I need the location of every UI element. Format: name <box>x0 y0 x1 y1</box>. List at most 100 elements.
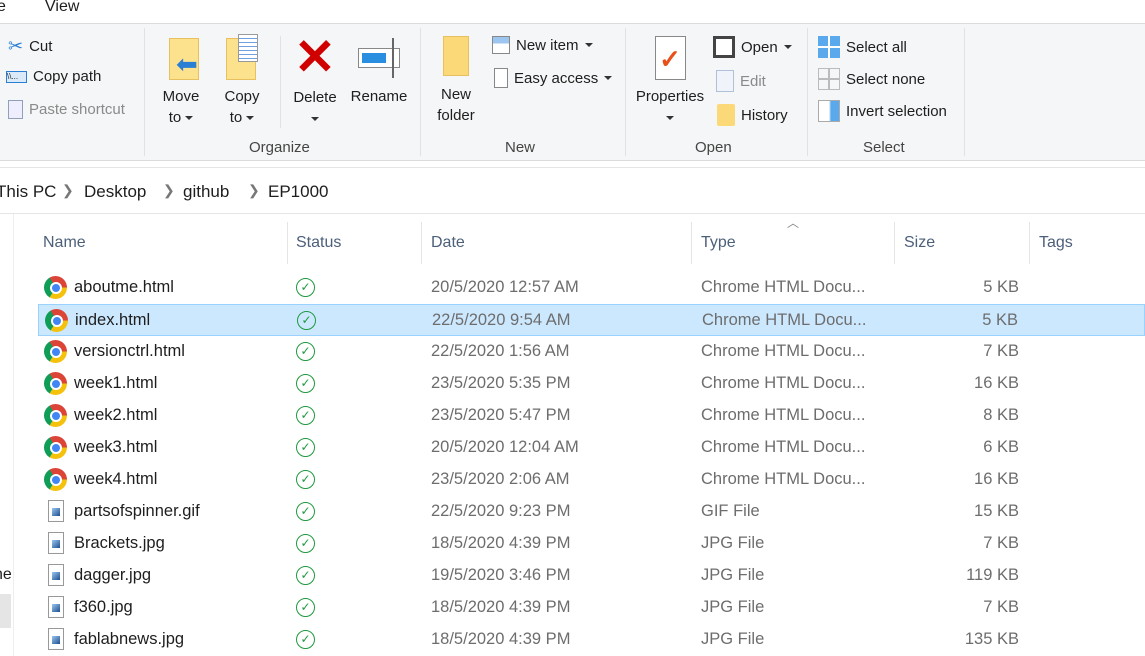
file-name: week3.html <box>74 438 158 456</box>
chrome-icon <box>44 340 67 363</box>
image-file-icon <box>48 532 64 554</box>
file-name: Brackets.jpg <box>74 534 165 552</box>
breadcrumb-github[interactable]: github <box>183 182 229 202</box>
file-size: 135 KB <box>964 630 1019 648</box>
select-none-label: Select none <box>846 70 926 88</box>
chrome-icon <box>44 436 67 459</box>
open-document-icon <box>713 36 735 58</box>
properties-checkmark-icon: ✓ <box>654 36 686 80</box>
easy-access-button[interactable]: Easy access <box>494 68 613 88</box>
cut-label: Cut <box>29 38 53 55</box>
copy-path-button[interactable]: \\... Copy path <box>6 68 101 85</box>
file-size: 7 KB <box>983 598 1019 616</box>
move-to-icon: ⬅ <box>162 36 200 80</box>
cut-button[interactable]: ✂ Cut <box>8 36 52 57</box>
paste-shortcut-button[interactable]: Paste shortcut <box>8 100 125 119</box>
paste-shortcut-label: Paste shortcut <box>29 101 125 118</box>
file-row[interactable]: aboutme.html ✓ 20/5/2020 12:57 AM Chrome HT… <box>38 272 1145 304</box>
file-name: index.html <box>75 311 151 329</box>
file-date: 22/5/2020 9:23 PM <box>431 502 571 520</box>
ribbon-tabs: e View <box>0 0 1145 24</box>
column-header-name[interactable]: Name <box>43 234 86 252</box>
file-size: 119 KB <box>966 566 1019 584</box>
properties-button[interactable]: ✓ Properties <box>632 36 708 128</box>
file-size: 15 KB <box>974 502 1019 520</box>
file-size: 6 KB <box>983 438 1019 456</box>
breadcrumb-ep1000[interactable]: EP1000 <box>268 182 329 202</box>
file-size: 7 KB <box>983 534 1019 552</box>
file-type: JPG File <box>701 630 765 648</box>
file-size: 16 KB <box>974 374 1019 392</box>
history-button[interactable]: History <box>717 104 788 126</box>
file-row[interactable]: week4.html ✓ 23/5/2020 2:06 AM Chrome HTML … <box>38 464 1145 496</box>
sync-status-ok-icon: ✓ <box>296 630 315 649</box>
file-size: 16 KB <box>974 470 1019 488</box>
file-type: Chrome HTML Docu... <box>702 311 867 329</box>
file-type: Chrome HTML Docu... <box>701 278 866 296</box>
delete-label: Delete <box>293 89 337 106</box>
rename-button[interactable]: Rename <box>348 36 410 107</box>
file-row[interactable]: versionctrl.html ✓ 22/5/2020 1:56 AM Chrome… <box>38 336 1145 368</box>
image-file-icon <box>48 628 64 650</box>
column-header-size[interactable]: Size <box>904 234 935 252</box>
sync-status-ok-icon: ✓ <box>296 566 315 585</box>
file-name: week4.html <box>74 470 158 488</box>
new-folder-button[interactable]: New folder <box>434 36 478 126</box>
file-row[interactable]: week2.html ✓ 23/5/2020 5:47 PM Chrome HTML … <box>38 400 1145 432</box>
file-date: 20/5/2020 12:04 AM <box>431 438 579 456</box>
file-row[interactable]: index.html ✓ 22/5/2020 9:54 AM Chrome HTML … <box>38 304 1145 336</box>
image-file-icon <box>48 500 64 522</box>
tab-view[interactable]: View <box>45 0 79 16</box>
file-type: Chrome HTML Docu... <box>701 374 866 392</box>
group-label-open: Open <box>695 139 732 156</box>
chevron-right-icon[interactable]: ❯ <box>248 182 260 199</box>
nav-item[interactable]: ne <box>0 566 12 584</box>
file-row[interactable]: week1.html ✓ 23/5/2020 5:35 PM Chrome HTML … <box>38 368 1145 400</box>
properties-label: Properties <box>635 88 705 105</box>
column-header-date[interactable]: Date <box>431 234 465 252</box>
file-row[interactable]: f360.jpg ✓ 18/5/2020 4:39 PM JPG File 7 KB <box>38 592 1145 624</box>
breadcrumb-this-pc[interactable]: This PC <box>0 182 56 202</box>
file-date: 18/5/2020 4:39 PM <box>431 630 571 648</box>
file-name: fablabnews.jpg <box>74 630 185 648</box>
select-none-icon <box>818 68 840 90</box>
move-to-button[interactable]: ⬅ Move to <box>158 36 204 128</box>
history-label: History <box>741 106 788 124</box>
tab-file[interactable]: e <box>0 0 6 16</box>
select-all-button[interactable]: Select all <box>818 36 907 58</box>
open-label: Open <box>741 38 778 56</box>
sync-status-ok-icon: ✓ <box>296 342 315 361</box>
column-header-status[interactable]: Status <box>296 234 341 252</box>
file-row[interactable]: dagger.jpg ✓ 19/5/2020 3:46 PM JPG File 119 … <box>38 560 1145 592</box>
group-label-organize: Organize <box>249 139 310 156</box>
new-item-icon <box>492 36 510 54</box>
breadcrumb-desktop[interactable]: Desktop <box>84 182 146 202</box>
file-row[interactable]: week3.html ✓ 20/5/2020 12:04 AM Chrome HTML… <box>38 432 1145 464</box>
file-row[interactable]: partsofspinner.gif ✓ 22/5/2020 9:23 PM GIF … <box>38 496 1145 528</box>
chevron-right-icon[interactable]: ❯ <box>62 182 74 199</box>
sync-status-ok-icon: ✓ <box>296 278 315 297</box>
address-bar[interactable]: This PC ❯ Desktop ❯ github ❯ EP1000 <box>0 167 1145 214</box>
column-header-type[interactable]: Type <box>701 234 736 252</box>
copy-to-button[interactable]: Copy to <box>220 34 264 128</box>
file-type: Chrome HTML Docu... <box>701 470 866 488</box>
delete-button[interactable]: ✕ Delete <box>290 32 340 129</box>
sync-status-ok-icon: ✓ <box>297 311 316 330</box>
invert-selection-button[interactable]: Invert selection <box>818 100 947 122</box>
invert-selection-label: Invert selection <box>846 102 947 120</box>
column-header-tags[interactable]: Tags <box>1039 234 1073 252</box>
open-button[interactable]: Open <box>713 36 792 58</box>
select-none-button[interactable]: Select none <box>818 68 925 90</box>
edit-button[interactable]: Edit <box>716 70 766 92</box>
new-label: New <box>440 86 471 103</box>
image-file-icon <box>48 564 64 586</box>
nav-scrollbar-thumb[interactable] <box>0 594 11 628</box>
sync-status-ok-icon: ✓ <box>296 470 315 489</box>
file-row[interactable]: fablabnews.jpg ✓ 18/5/2020 4:39 PM JPG File… <box>38 624 1145 656</box>
new-item-button[interactable]: New item <box>492 36 593 54</box>
edit-label: Edit <box>740 72 766 90</box>
file-row[interactable]: Brackets.jpg ✓ 18/5/2020 4:39 PM JPG File 7 … <box>38 528 1145 560</box>
file-name: aboutme.html <box>74 278 174 296</box>
chevron-right-icon[interactable]: ❯ <box>163 182 175 199</box>
navigation-pane: ne <box>0 214 14 656</box>
